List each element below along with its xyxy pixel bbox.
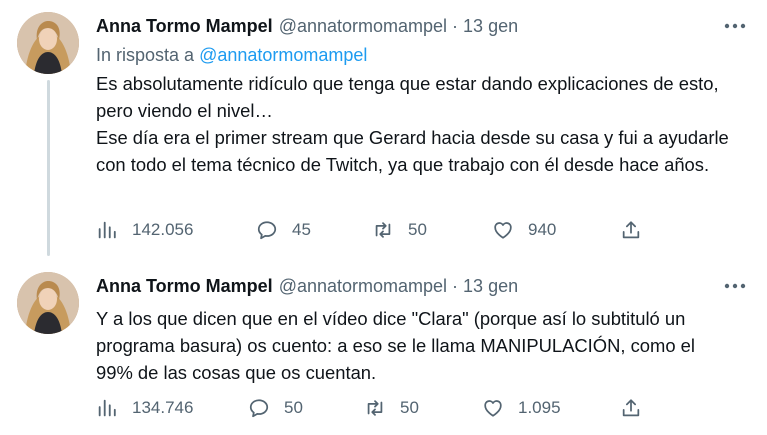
like-button[interactable]: 1.095: [482, 397, 561, 419]
author-name[interactable]: Anna Tormo Mampel: [96, 16, 273, 37]
separator: ·: [452, 275, 459, 296]
retweet-button[interactable]: 50: [372, 219, 427, 241]
views-button[interactable]: 142.056: [96, 219, 193, 241]
heart-icon: [494, 222, 512, 239]
heart-icon: [484, 400, 502, 417]
share-icon: [622, 399, 640, 417]
author-handle[interactable]: @annatormomampel: [279, 276, 447, 297]
author-name[interactable]: Anna Tormo Mampel: [96, 276, 273, 297]
more-icon: [724, 23, 746, 29]
share-button[interactable]: [620, 219, 656, 241]
tweet[interactable]: Anna Tormo Mampel @annatormomampel · 13 …: [0, 262, 767, 435]
reply-context: In risposta a @annatormomampel: [96, 44, 749, 66]
retweet-icon: [375, 222, 391, 238]
tweet[interactable]: Anna Tormo Mampel @annatormomampel · 13 …: [0, 0, 767, 262]
avatar[interactable]: [17, 12, 79, 74]
like-count: 940: [528, 220, 557, 239]
reply-count: 45: [292, 220, 311, 239]
reply-button[interactable]: 50: [248, 397, 303, 419]
timestamp[interactable]: 13 gen: [463, 16, 518, 37]
tweet-thread: Anna Tormo Mampel @annatormomampel · 13 …: [0, 0, 767, 435]
tweet-actions: 142.056 45 50 940: [96, 218, 656, 242]
avatar[interactable]: [17, 272, 79, 334]
views-icon: [98, 399, 116, 417]
tweet-text: Y a los que dicen que en el vídeo dice "…: [96, 308, 695, 383]
more-icon: [724, 283, 746, 289]
avatar-photo: [17, 12, 79, 74]
views-count: 134.746: [132, 398, 194, 417]
more-options-button[interactable]: [723, 16, 747, 36]
like-count: 1.095: [518, 398, 561, 417]
more-options-button[interactable]: [723, 276, 747, 296]
tweet-actions: 134.746 50 50 1.095: [96, 396, 656, 420]
views-button[interactable]: 134.746: [96, 397, 193, 419]
tweet-text: Es absolutamente ridículo que tenga que …: [96, 73, 729, 175]
share-icon: [622, 221, 640, 239]
views-icon: [98, 221, 116, 239]
share-button[interactable]: [620, 397, 656, 419]
tweet-header: Anna Tormo Mampel @annatormomampel · 13 …: [96, 14, 749, 38]
reply-count: 50: [284, 398, 303, 417]
reply-icon: [249, 399, 269, 418]
reply-icon: [257, 221, 277, 240]
separator: ·: [452, 15, 459, 36]
tweet-header: Anna Tormo Mampel @annatormomampel · 13 …: [96, 274, 749, 298]
reply-prefix: In risposta a: [96, 45, 200, 65]
reply-button[interactable]: 45: [256, 219, 311, 241]
avatar-photo: [17, 272, 79, 334]
retweet-count: 50: [408, 220, 427, 239]
retweet-button[interactable]: 50: [364, 397, 419, 419]
retweet-icon: [367, 400, 383, 416]
thread-line: [47, 80, 50, 256]
tweet-body: Anna Tormo Mampel @annatormomampel · 13 …: [96, 14, 749, 178]
views-count: 142.056: [132, 220, 194, 239]
like-button[interactable]: 940: [492, 219, 556, 241]
tweet-body: Anna Tormo Mampel @annatormomampel · 13 …: [96, 274, 749, 386]
author-handle[interactable]: @annatormomampel: [279, 16, 447, 37]
timestamp[interactable]: 13 gen: [463, 276, 518, 297]
reply-mention-link[interactable]: @annatormomampel: [199, 45, 367, 65]
retweet-count: 50: [400, 398, 419, 417]
